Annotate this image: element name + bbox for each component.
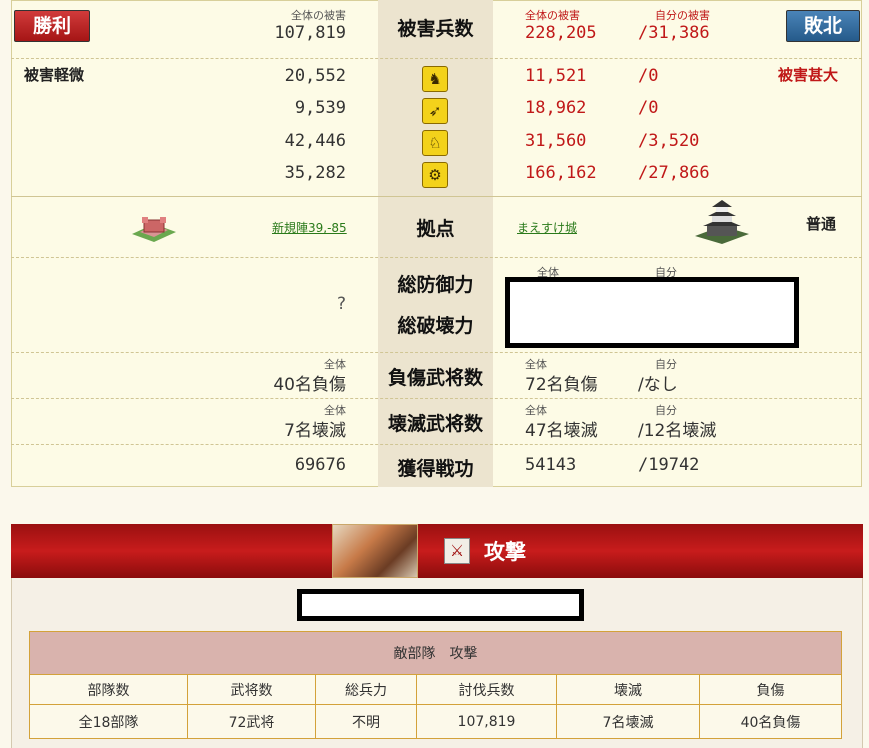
row-divider — [11, 58, 862, 59]
castle-image — [693, 198, 751, 244]
destroyed-left-value: 7名壊滅 — [284, 421, 346, 441]
cell-wounded: 40名負傷 — [699, 704, 842, 739]
defeat-badge: 敗北 — [786, 10, 860, 42]
left-defense-unknown: ? — [336, 294, 346, 314]
right-cavalry-damage-self: /3,520 — [638, 131, 700, 151]
cavalry-icon: ♘ — [422, 130, 448, 156]
destroyed-right-total-value: 47名壊滅 — [525, 421, 598, 441]
enemy-unit-table: 敵部隊 攻撃 部隊数 武将数 総兵力 討伐兵数 壊滅 負傷 全18部隊 72武将… — [29, 631, 842, 739]
destroyed-right-self-value: /12名壊滅 — [638, 421, 717, 441]
merit-right-self-value: /19742 — [638, 455, 700, 475]
right-damage-status: 被害甚大 — [778, 66, 839, 84]
left-cavalry-damage: 42,446 — [284, 131, 346, 151]
header-general-count: 武将数 — [187, 674, 316, 705]
right-base-type: 普通 — [806, 215, 837, 233]
crossed-swords-icon: ⚔ — [444, 538, 470, 564]
archer-icon: ➶ — [422, 98, 448, 124]
left-archer-damage: 9,539 — [294, 98, 346, 118]
row-divider — [11, 398, 862, 399]
right-cavalry-damage-total: 31,560 — [525, 131, 587, 151]
row-divider — [11, 196, 862, 197]
header-total-troops: 総兵力 — [315, 674, 417, 705]
destroyed-generals-label: 壊滅武将数 — [387, 413, 483, 435]
left-base-link[interactable]: 新規陣39,-85 — [272, 219, 347, 236]
right-self-damage-value: /31,386 — [638, 23, 710, 43]
wounded-generals-label: 負傷武将数 — [387, 367, 483, 389]
left-total-damage-caption: 全体の被害 — [291, 9, 346, 22]
cell-total-troops: 不明 — [315, 704, 417, 739]
row-divider — [11, 352, 862, 353]
attack-title: 攻撃 — [484, 539, 526, 564]
cell-general-count: 72武将 — [187, 704, 316, 739]
cell-unit-count: 全18部隊 — [29, 704, 188, 739]
total-defense-label: 総防御力 — [397, 274, 474, 296]
merit-left-value: 69676 — [294, 455, 346, 475]
enemy-table-caption: 敵部隊 攻撃 — [29, 631, 842, 675]
damage-title: 被害兵数 — [397, 18, 474, 40]
row-divider — [11, 444, 862, 445]
total-destroy-label: 総破壊力 — [397, 315, 474, 337]
wounded-right-self-value: /なし — [638, 375, 678, 395]
left-siege-damage: 35,282 — [284, 163, 346, 183]
header-unit-count: 部隊数 — [29, 674, 188, 705]
right-spearman-damage-self: /0 — [638, 66, 659, 86]
general-portrait — [332, 524, 418, 578]
camp-image — [128, 210, 180, 244]
redacted-name-box — [297, 589, 584, 621]
left-spearman-damage: 20,552 — [284, 66, 346, 86]
header-defeated-troops: 討伐兵数 — [416, 674, 557, 705]
right-total-damage-value: 228,205 — [525, 23, 597, 43]
base-label: 拠点 — [416, 218, 455, 240]
right-siege-damage-self: /27,866 — [638, 163, 710, 183]
attack-banner — [11, 524, 863, 578]
right-total-damage-caption: 全体の被害 — [525, 9, 580, 22]
right-spearman-damage-total: 11,521 — [525, 66, 587, 86]
left-damage-status: 被害軽微 — [24, 66, 85, 84]
right-archer-damage-self: /0 — [638, 98, 659, 118]
merit-label: 獲得戦功 — [397, 458, 474, 480]
right-self-damage-caption: 自分の被害 — [655, 9, 710, 22]
redacted-box — [505, 277, 799, 348]
right-siege-damage-total: 166,162 — [525, 163, 597, 183]
cell-defeated-troops: 107,819 — [416, 704, 557, 739]
right-base-link[interactable]: まえすけ城 — [517, 219, 577, 236]
merit-right-total-value: 54143 — [525, 455, 577, 475]
siege-weapon-icon: ⚙ — [422, 162, 448, 188]
header-wounded: 負傷 — [699, 674, 842, 705]
spearman-icon: ♞ — [422, 66, 448, 92]
right-archer-damage-total: 18,962 — [525, 98, 587, 118]
victory-badge: 勝利 — [14, 10, 90, 42]
left-total-damage-value: 107,819 — [274, 23, 346, 43]
row-divider — [11, 257, 862, 258]
wounded-left-value: 40名負傷 — [273, 375, 346, 395]
cell-destroyed: 7名壊滅 — [556, 704, 700, 739]
header-destroyed: 壊滅 — [556, 674, 700, 705]
wounded-right-total-value: 72名負傷 — [525, 375, 598, 395]
